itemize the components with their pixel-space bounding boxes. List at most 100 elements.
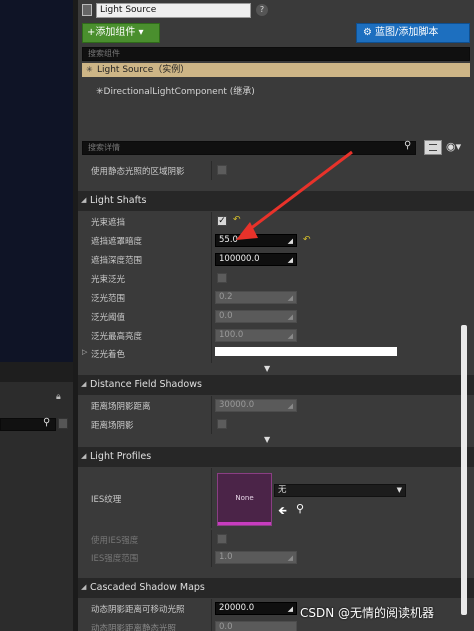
ies-texture-combo-value: 无	[278, 485, 287, 495]
row-static-shadow-area: 使用静态光照的区域阴影	[78, 161, 474, 180]
ies-texture-combo[interactable]: 无 ▼	[274, 484, 406, 497]
script-icon: ⚙	[363, 27, 372, 38]
folder-icon[interactable]	[58, 418, 68, 429]
search-icon[interactable]: ⚲	[404, 140, 411, 151]
component-tree-child[interactable]: ✳DirectionalLightComponent (继承)	[96, 84, 255, 97]
light-shaft-bloom-checkbox[interactable]	[217, 273, 227, 283]
actor-icon	[82, 4, 92, 16]
ies-brightness-scale-input[interactable]: 1.0 ◢	[215, 551, 297, 564]
help-icon[interactable]: ?	[256, 4, 268, 16]
search-details-input[interactable]: 搜索详情	[82, 141, 416, 155]
drag-handle-icon[interactable]: ◢	[288, 604, 293, 615]
dynamic-shadow-distance-movable-input[interactable]: 20000.0 ◢	[215, 602, 297, 615]
expand-icon[interactable]: ▷	[82, 348, 87, 356]
row-label: 使用静态光照的区域阴影	[91, 167, 185, 177]
drag-handle-icon[interactable]: ◢	[288, 553, 293, 564]
row-distance-field-shadows: 距离场阴影	[78, 415, 474, 434]
bloom-threshold-value: 0.0	[219, 311, 233, 321]
blueprint-script-label: 蓝图/添加脚本	[374, 27, 439, 38]
distance-field-shadow-distance-input[interactable]: 30000.0 ◢	[215, 399, 297, 412]
light-shaft-occlusion-checkbox[interactable]: ✓	[217, 216, 227, 226]
row-divider	[211, 530, 212, 549]
row-divider	[211, 288, 212, 307]
row-label: IES纹理	[91, 495, 122, 505]
bloom-max-brightness-value: 100.0	[219, 330, 244, 340]
row-divider	[211, 212, 212, 231]
ies-texture-thumbnail[interactable]: None	[217, 473, 272, 526]
row-divider	[211, 396, 212, 415]
row-label: 动态阴影距离静态光照	[91, 624, 177, 631]
viewport[interactable]	[0, 0, 73, 362]
row-label: IES强度范围	[91, 554, 139, 564]
chevron-down-icon: ◢	[81, 583, 87, 591]
occlusion-depth-range-value: 100000.0	[219, 254, 260, 264]
add-component-button[interactable]: +添加组件 ▾	[82, 23, 160, 43]
arrow-left-icon[interactable]: 🡸	[278, 502, 287, 521]
lock-icon[interactable]: 🔒︎	[56, 392, 61, 402]
row-divider	[211, 548, 212, 567]
row-light-shaft-bloom: 光束泛光	[78, 269, 474, 288]
search-icon[interactable]: ⚲	[43, 417, 50, 428]
grid-view-icon[interactable]	[424, 140, 442, 155]
dynamic-shadow-distance-stationary-input[interactable]: 0.0	[215, 621, 297, 631]
bloom-tint-color-swatch[interactable]	[215, 347, 397, 356]
blueprint-script-button[interactable]: ⚙ 蓝图/添加脚本	[356, 23, 470, 43]
details-scrollbar[interactable]	[461, 325, 467, 615]
ies-brightness-scale-value: 1.0	[219, 552, 233, 562]
row-label: 动态阴影距离可移动光照	[91, 605, 185, 615]
eye-icon[interactable]: ◉▾	[446, 140, 461, 153]
chevron-down-icon: ◢	[81, 452, 87, 460]
use-ies-brightness-checkbox[interactable]	[217, 534, 227, 544]
row-divider	[211, 231, 212, 250]
row-divider	[211, 344, 212, 363]
drag-handle-icon[interactable]: ◢	[288, 312, 293, 323]
bloom-threshold-input[interactable]: 0.0 ◢	[215, 310, 297, 323]
distance-field-shadows-checkbox[interactable]	[217, 419, 227, 429]
distance-field-shadow-distance-value: 30000.0	[219, 400, 255, 410]
chevron-down-icon: ◢	[81, 196, 87, 204]
row-label: 泛光范围	[91, 294, 126, 304]
viewport-toolbar	[0, 362, 73, 382]
component-tree-child-label: DirectionalLightComponent (继承)	[103, 87, 255, 97]
object-name-field[interactable]: Light Source	[96, 3, 251, 18]
section-title: Cascaded Shadow Maps	[90, 582, 205, 593]
drag-handle-icon[interactable]: ◢	[288, 255, 293, 266]
section-distance-field-shadows[interactable]: ◢ Distance Field Shadows	[78, 375, 474, 395]
section-title: Distance Field Shadows	[90, 379, 202, 390]
reset-icon[interactable]: ↶	[303, 235, 311, 245]
drag-handle-icon[interactable]: ◢	[288, 401, 293, 412]
drag-handle-icon[interactable]: ◢	[288, 331, 293, 342]
occlusion-depth-range-input[interactable]: 100000.0 ◢	[215, 253, 297, 266]
search-icon[interactable]: ⚲	[296, 502, 304, 515]
row-divider	[211, 415, 212, 434]
dynamic-shadow-distance-movable-value: 20000.0	[219, 603, 255, 613]
chevron-down-icon: ◢	[81, 380, 87, 388]
search-components-input[interactable]: 搜索组件	[82, 47, 470, 61]
section-cascaded-shadow-maps[interactable]: ◢ Cascaded Shadow Maps	[78, 578, 474, 598]
row-label: 光束泛光	[91, 275, 126, 285]
section-title: Light Profiles	[90, 451, 152, 462]
bloom-scale-input[interactable]: 0.2 ◢	[215, 291, 297, 304]
row-label: 泛光阈值	[91, 313, 126, 323]
drag-handle-icon[interactable]: ◢	[288, 293, 293, 304]
light-icon: ✳	[86, 65, 93, 74]
row-label: 泛光着色	[91, 350, 126, 360]
component-tree-root[interactable]: ✳ Light Source（实例）	[82, 63, 470, 77]
static-shadow-area-checkbox[interactable]	[217, 165, 227, 175]
row-ies-texture: IES纹理	[78, 468, 474, 528]
expand-advanced-icon[interactable]: ▼	[264, 435, 270, 444]
row-divider	[211, 161, 212, 180]
section-light-profiles[interactable]: ◢ Light Profiles	[78, 447, 474, 467]
row-use-ies-brightness: 使用IES强度	[78, 530, 474, 549]
occlusion-mask-darkness-input[interactable]: 55.0 ◢	[215, 234, 297, 247]
row-divider	[211, 307, 212, 326]
reset-icon[interactable]: ↶	[233, 215, 241, 225]
row-divider	[211, 599, 212, 618]
drag-handle-icon[interactable]: ◢	[288, 236, 293, 247]
bloom-max-brightness-input[interactable]: 100.0 ◢	[215, 329, 297, 342]
expand-advanced-icon[interactable]: ▼	[264, 364, 270, 373]
bloom-scale-value: 0.2	[219, 292, 233, 302]
row-divider	[211, 326, 212, 345]
light-component-icon: ✳	[96, 87, 104, 97]
section-light-shafts[interactable]: ◢ Light Shafts	[78, 191, 474, 211]
